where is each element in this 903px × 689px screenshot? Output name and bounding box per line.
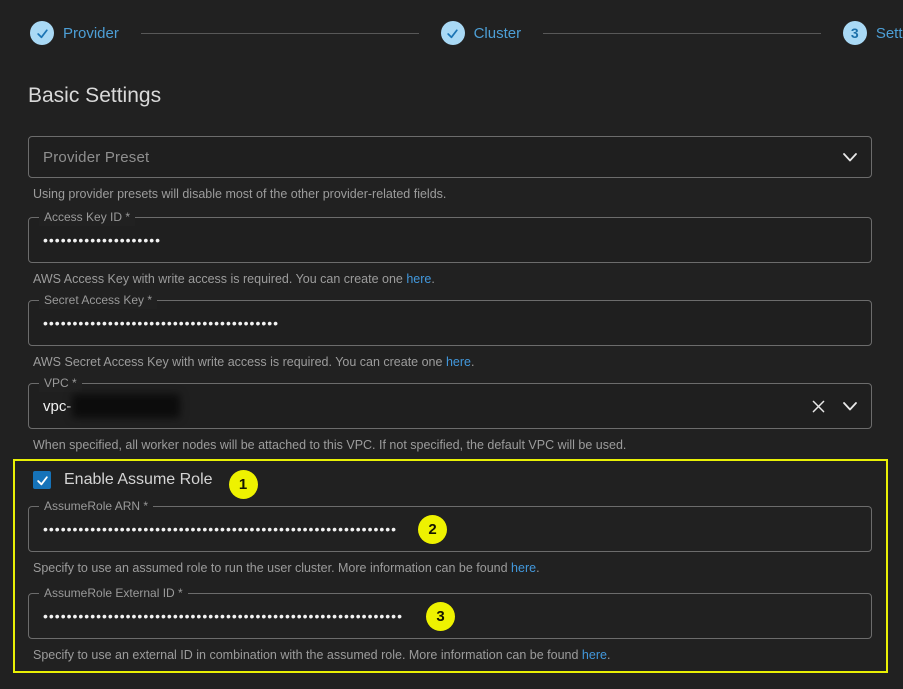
vpc-value: vpc-	[43, 394, 794, 418]
settings-step-content: Basic Settings Provider Preset Using pro…	[0, 84, 903, 673]
assume-role-external-id-field: AssumeRole External ID * 3	[28, 593, 872, 639]
secret-access-key-input[interactable]	[43, 315, 857, 331]
step-cluster-label: Cluster	[474, 25, 522, 42]
external-id-here-link[interactable]: here	[582, 648, 607, 662]
access-key-here-link[interactable]: here	[406, 272, 431, 286]
provider-preset-select[interactable]: Provider Preset	[28, 136, 872, 178]
secret-access-key-field: Secret Access Key *	[28, 300, 872, 346]
hint-text: .	[607, 648, 610, 662]
page-title: Basic Settings	[28, 84, 872, 108]
step-connector	[543, 33, 821, 34]
step-connector	[141, 33, 419, 34]
assume-role-external-id-hint: Specify to use an external ID in combina…	[28, 648, 872, 662]
secret-access-key-label: Secret Access Key *	[39, 292, 157, 309]
annotation-badge-3: 3	[426, 602, 455, 631]
chevron-down-icon[interactable]	[843, 402, 857, 411]
vpc-hint: When specified, all worker nodes will be…	[28, 438, 872, 452]
step-settings-label: Settings	[876, 25, 903, 42]
enable-assume-role-label[interactable]: Enable Assume Role	[64, 471, 213, 489]
vpc-label: VPC *	[39, 375, 82, 392]
hint-text: .	[536, 561, 539, 575]
provider-preset-placeholder: Provider Preset	[43, 149, 825, 166]
wizard-stepper: Provider Cluster 3 Settings	[0, 0, 903, 52]
enable-assume-role-checkbox[interactable]	[33, 471, 51, 489]
step-provider-label: Provider	[63, 25, 119, 42]
hint-text: .	[471, 355, 474, 369]
annotation-badge-2: 2	[418, 515, 447, 544]
assume-role-arn-field: AssumeRole ARN * 2	[28, 506, 872, 552]
vpc-value-redaction	[72, 394, 180, 418]
annotation-badge-1: 1	[229, 470, 258, 499]
step-settings[interactable]: 3 Settings	[843, 21, 903, 45]
step-provider-check-icon	[30, 21, 54, 45]
access-key-id-hint: AWS Access Key with write access is requ…	[28, 272, 872, 286]
assume-role-here-link[interactable]: here	[511, 561, 536, 575]
vpc-value-prefix: vpc-	[43, 398, 71, 415]
assume-role-annotation-box: Enable Assume Role 1 AssumeRole ARN * 2 …	[13, 459, 888, 673]
assume-role-external-id-label: AssumeRole External ID *	[39, 585, 188, 602]
assume-role-arn-input[interactable]	[43, 521, 857, 537]
hint-text: AWS Secret Access Key with write access …	[33, 355, 446, 369]
access-key-id-label: Access Key ID *	[39, 209, 135, 226]
hint-text: Specify to use an external ID in combina…	[33, 648, 582, 662]
vpc-field[interactable]: VPC * vpc-	[28, 383, 872, 429]
step-settings-number-icon: 3	[843, 21, 867, 45]
access-key-id-input[interactable]	[43, 232, 857, 248]
step-cluster[interactable]: Cluster	[441, 21, 522, 45]
hint-text: Specify to use an assumed role to run th…	[33, 561, 511, 575]
chevron-down-icon[interactable]	[843, 153, 857, 162]
enable-assume-role-row: Enable Assume Role 1	[33, 467, 872, 493]
step-settings-number: 3	[851, 25, 859, 41]
assume-role-arn-hint: Specify to use an assumed role to run th…	[28, 561, 872, 575]
access-key-id-field: Access Key ID *	[28, 217, 872, 263]
step-provider[interactable]: Provider	[30, 21, 119, 45]
assume-role-arn-label: AssumeRole ARN *	[39, 498, 153, 515]
provider-preset-hint: Using provider presets will disable most…	[28, 187, 872, 201]
secret-access-key-hint: AWS Secret Access Key with write access …	[28, 355, 872, 369]
clear-icon[interactable]	[812, 400, 825, 413]
hint-text: AWS Access Key with write access is requ…	[33, 272, 406, 286]
secret-key-here-link[interactable]: here	[446, 355, 471, 369]
hint-text: .	[431, 272, 434, 286]
step-cluster-check-icon	[441, 21, 465, 45]
